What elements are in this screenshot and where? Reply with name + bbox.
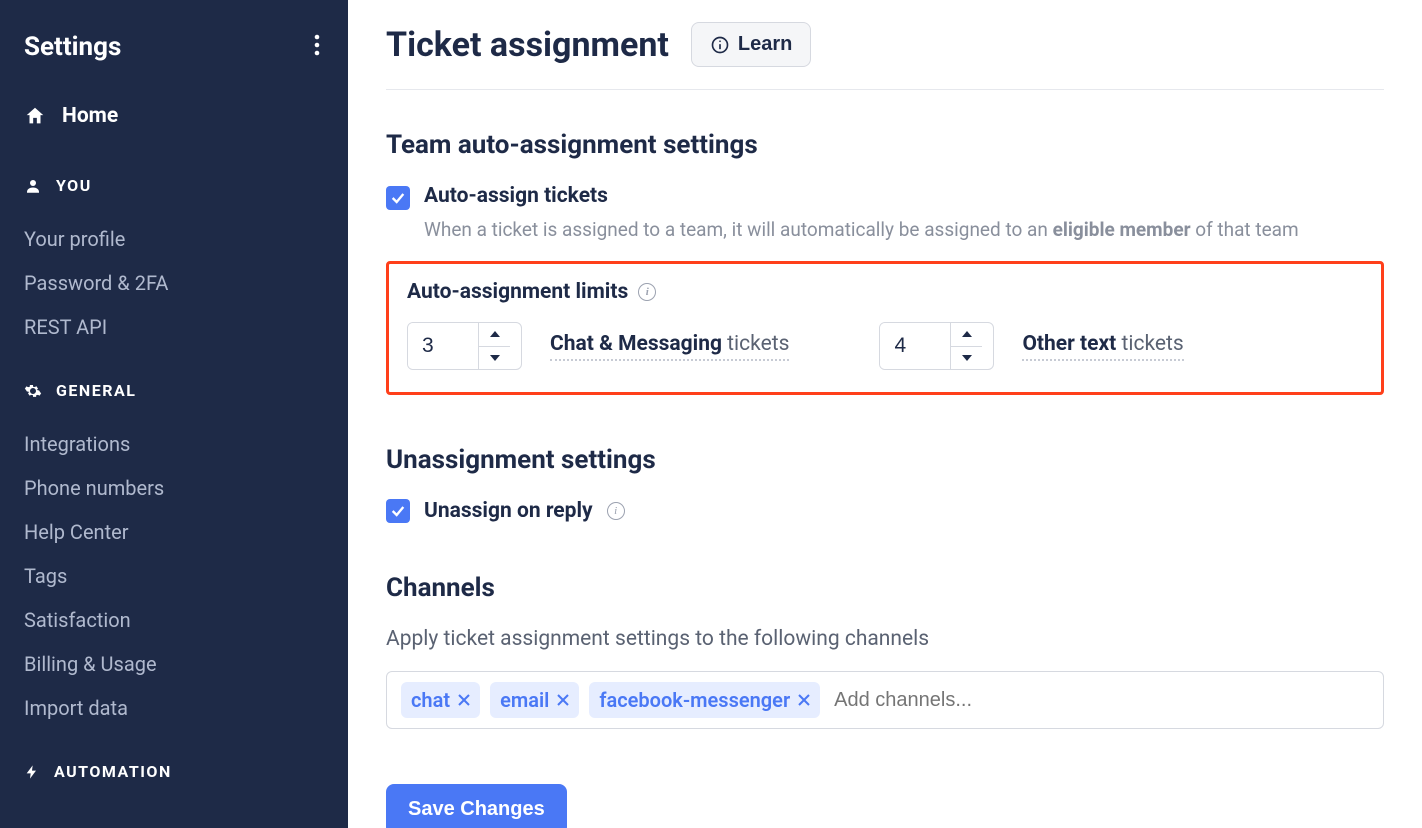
sidebar-title: Settings xyxy=(24,32,121,62)
sidebar-item-satisfaction[interactable]: Satisfaction xyxy=(24,598,324,642)
unassign-label: Unassign on reply xyxy=(424,499,593,523)
section-channels: Channels Apply ticket assignment setting… xyxy=(386,573,1384,828)
channel-tag-email-label: email xyxy=(500,688,549,712)
person-icon xyxy=(24,177,42,195)
chat-limit-controls xyxy=(478,323,510,369)
nav-group-you-header: YOU xyxy=(24,176,324,195)
other-limit-suffix: tickets xyxy=(1116,332,1183,356)
auto-assign-row: Auto-assign tickets xyxy=(386,184,1384,210)
auto-assign-desc-strong: eligible member xyxy=(1053,218,1191,241)
channel-tag-facebook-messenger: facebook-messenger xyxy=(589,682,820,718)
limit-other-text: Other text tickets xyxy=(879,322,1183,370)
section-title-channels: Channels xyxy=(386,573,1384,603)
sidebar-item-your-profile[interactable]: Your profile xyxy=(24,217,324,261)
section-title-unassign: Unassignment settings xyxy=(386,445,1384,475)
nav-group-automation: AUTOMATION xyxy=(24,762,324,781)
chat-limit-input[interactable] xyxy=(408,323,478,369)
chat-limit-label: Chat & Messaging tickets xyxy=(550,332,789,361)
sidebar-item-billing-usage[interactable]: Billing & Usage xyxy=(24,642,324,686)
auto-assign-desc-pre: When a ticket is assigned to a team, it … xyxy=(424,218,1053,241)
sidebar-item-password-2fa[interactable]: Password & 2FA xyxy=(24,261,324,305)
auto-assignment-limits-box: Auto-assignment limits i Chat & Messagin… xyxy=(386,261,1384,395)
nav-home-label: Home xyxy=(62,104,118,128)
remove-tag-icon[interactable] xyxy=(798,694,810,706)
auto-assign-desc: When a ticket is assigned to a team, it … xyxy=(424,218,1384,241)
auto-assign-label: Auto-assign tickets xyxy=(424,184,608,208)
sidebar-item-home[interactable]: Home xyxy=(24,104,324,128)
learn-button[interactable]: Learn xyxy=(691,22,811,67)
unassign-checkbox[interactable] xyxy=(386,499,410,523)
limits-row: Chat & Messaging tickets Other text tick… xyxy=(407,322,1363,370)
channels-desc: Apply ticket assignment settings to the … xyxy=(386,627,1384,651)
other-limit-input[interactable] xyxy=(880,323,950,369)
sidebar-item-phone-numbers[interactable]: Phone numbers xyxy=(24,466,324,510)
nav-group-general-header: GENERAL xyxy=(24,381,324,400)
sidebar-item-rest-api[interactable]: REST API xyxy=(24,305,324,349)
sidebar: Settings Home YOU Your profile Password … xyxy=(0,0,348,828)
auto-assign-desc-post: of that team xyxy=(1191,218,1299,241)
bolt-icon xyxy=(24,763,40,781)
home-icon xyxy=(24,105,46,127)
section-title-team: Team auto-assignment settings xyxy=(386,130,1384,160)
channels-add-input[interactable] xyxy=(830,685,1369,716)
channel-tag-chat-label: chat xyxy=(411,688,450,712)
sidebar-item-help-center[interactable]: Help Center xyxy=(24,510,324,554)
chat-limit-suffix: tickets xyxy=(722,332,789,356)
section-unassignment: Unassignment settings Unassign on reply … xyxy=(386,445,1384,523)
sidebar-item-tags[interactable]: Tags xyxy=(24,554,324,598)
nav-group-you-label: YOU xyxy=(56,176,92,195)
limit-chat-messaging: Chat & Messaging tickets xyxy=(407,322,789,370)
other-limit-stepper xyxy=(879,322,994,370)
info-icon[interactable]: i xyxy=(638,283,656,301)
sidebar-item-integrations[interactable]: Integrations xyxy=(24,422,324,466)
info-icon[interactable]: i xyxy=(607,502,625,520)
page-title: Ticket assignment xyxy=(386,25,669,65)
remove-tag-icon[interactable] xyxy=(458,694,470,706)
sidebar-item-import-data[interactable]: Import data xyxy=(24,686,324,730)
nav-group-automation-header: AUTOMATION xyxy=(24,762,324,781)
nav-group-automation-label: AUTOMATION xyxy=(54,762,172,781)
channel-tag-fb-label: facebook-messenger xyxy=(599,688,790,712)
other-limit-down[interactable] xyxy=(951,347,982,370)
other-limit-up[interactable] xyxy=(951,323,982,347)
other-limit-controls xyxy=(950,323,982,369)
chat-limit-down[interactable] xyxy=(479,347,510,370)
section-team-auto-assignment: Team auto-assignment settings Auto-assig… xyxy=(386,130,1384,395)
channel-tag-email: email xyxy=(490,682,579,718)
chat-limit-strong: Chat & Messaging xyxy=(550,332,722,356)
channel-tag-chat: chat xyxy=(401,682,480,718)
kebab-menu-icon[interactable] xyxy=(310,30,324,64)
save-changes-button[interactable]: Save Changes xyxy=(386,784,567,828)
limits-title: Auto-assignment limits i xyxy=(407,280,1363,304)
gear-icon xyxy=(24,382,42,400)
main-header: Ticket assignment Learn xyxy=(386,22,1384,90)
nav-group-general-label: GENERAL xyxy=(56,381,136,400)
other-limit-label: Other text tickets xyxy=(1022,332,1183,361)
sidebar-header: Settings xyxy=(24,30,324,64)
nav-group-you: YOU Your profile Password & 2FA REST API xyxy=(24,176,324,349)
info-icon xyxy=(710,35,730,55)
limits-title-label: Auto-assignment limits xyxy=(407,280,628,304)
channels-input-box[interactable]: chat email facebook-messenger xyxy=(386,671,1384,729)
remove-tag-icon[interactable] xyxy=(557,694,569,706)
nav-group-general: GENERAL Integrations Phone numbers Help … xyxy=(24,381,324,730)
main-content: Ticket assignment Learn Team auto-assign… xyxy=(348,0,1422,828)
auto-assign-checkbox[interactable] xyxy=(386,186,410,210)
unassign-row: Unassign on reply i xyxy=(386,499,1384,523)
chat-limit-stepper xyxy=(407,322,522,370)
other-limit-strong: Other text xyxy=(1022,332,1116,356)
learn-button-label: Learn xyxy=(738,33,792,56)
chat-limit-up[interactable] xyxy=(479,323,510,347)
